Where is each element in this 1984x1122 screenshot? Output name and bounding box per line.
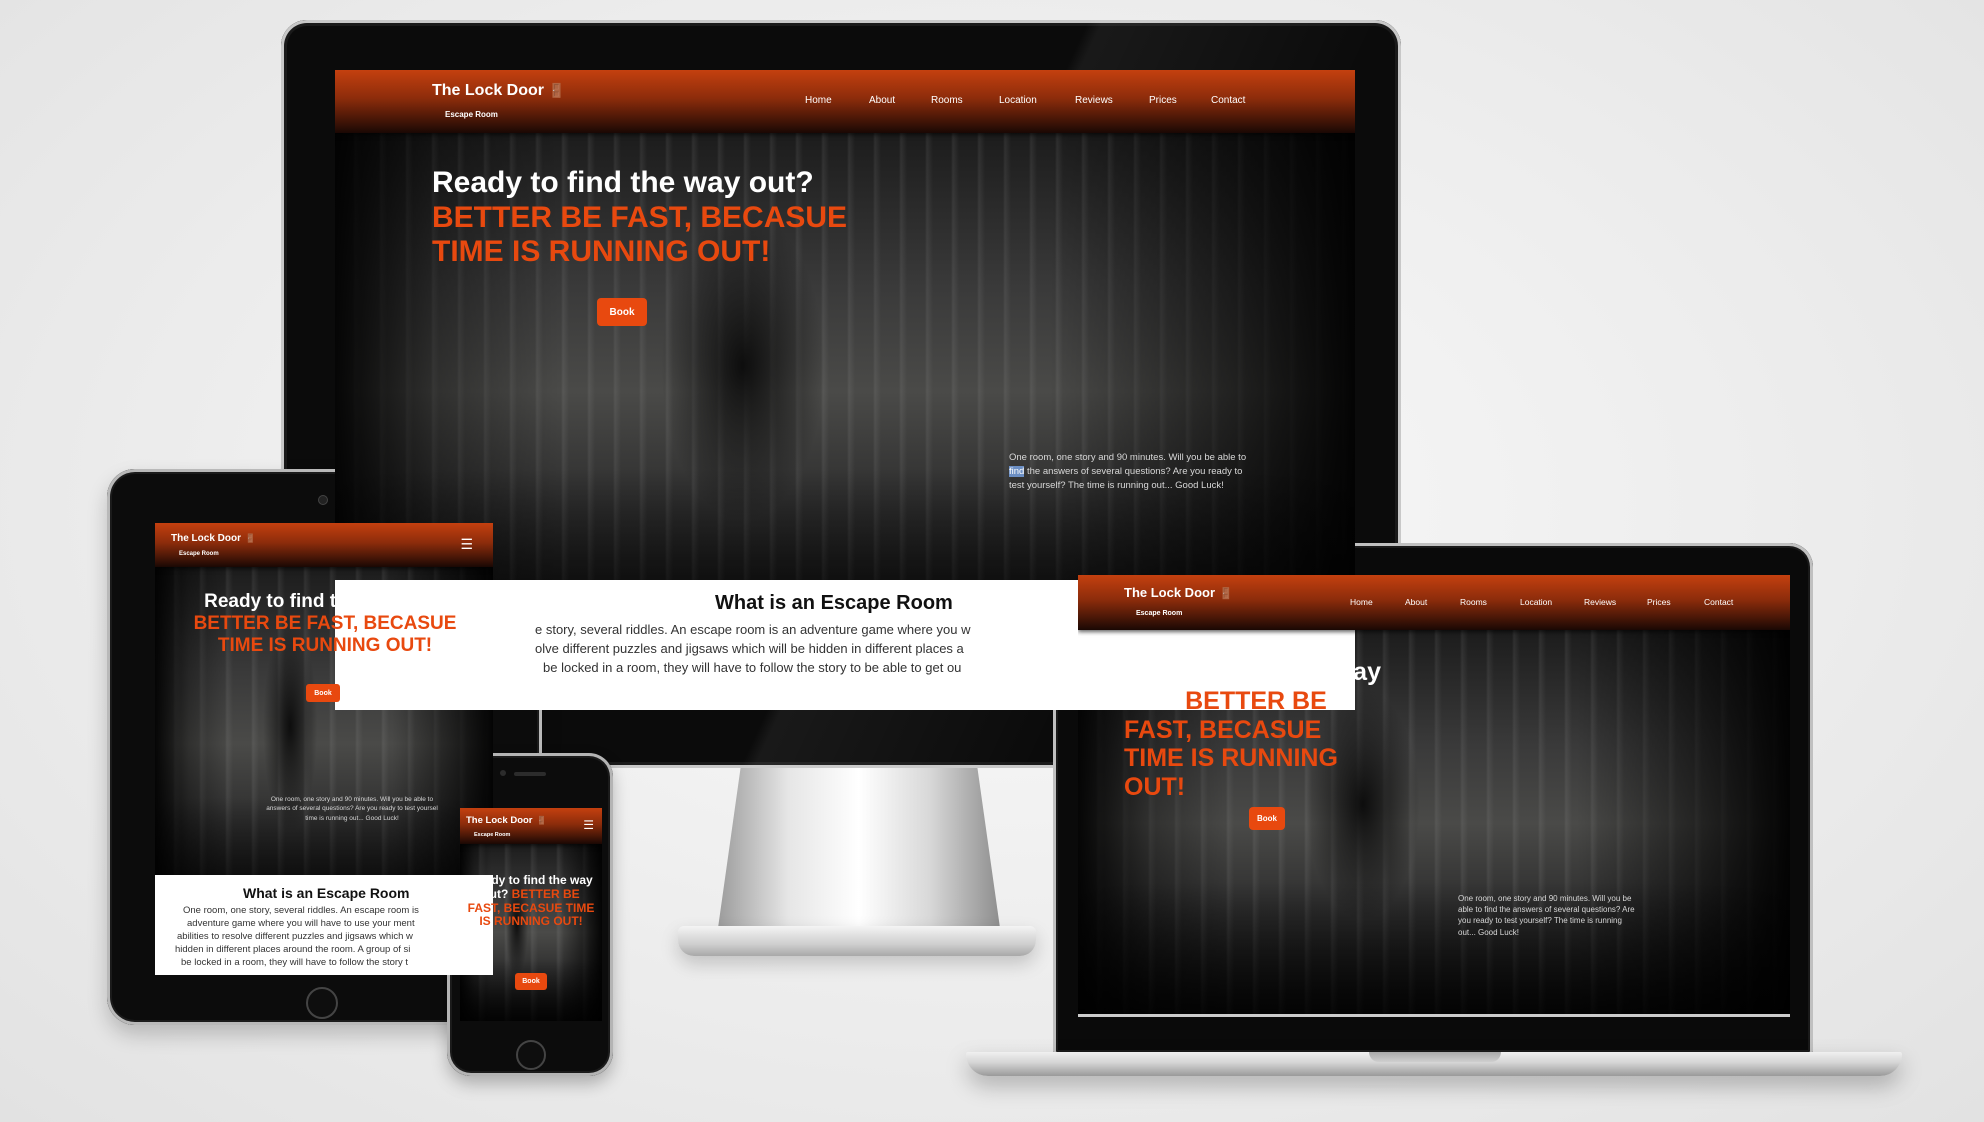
main-nav: Home About Rooms Location Reviews Prices… bbox=[1350, 597, 1733, 607]
brand-subtitle: Escape Room bbox=[445, 110, 498, 119]
nav-rooms[interactable]: Rooms bbox=[1460, 597, 1520, 607]
site-header: The Lock Door 🚪 Escape Room Home About Ro… bbox=[1078, 575, 1790, 630]
hero-title-white: Ready to find the way out? bbox=[204, 591, 446, 612]
brand-name: The Lock Door bbox=[432, 82, 545, 99]
hero-title-orange: BETTER BE FAST, BECASUE TIME IS RUNNING … bbox=[193, 612, 457, 656]
brand-subtitle: Escape Room bbox=[179, 551, 219, 557]
tablet-camera bbox=[318, 495, 328, 505]
book-button[interactable]: Book bbox=[597, 298, 647, 326]
nav-reviews[interactable]: Reviews bbox=[1075, 95, 1149, 106]
brand-name: The Lock Door bbox=[466, 815, 533, 826]
tablet-screen: The Lock Door 🚪 Escape Room ☰ Ready to fi… bbox=[155, 523, 493, 975]
nav-home[interactable]: Home bbox=[805, 95, 869, 106]
hero-description: One room, one story and 90 minutes. Will… bbox=[266, 796, 438, 822]
nav-prices[interactable]: Prices bbox=[1647, 597, 1704, 607]
door-icon: 🚪 bbox=[548, 83, 565, 98]
hero-title: Ready to find the way out? BETTER BE FAS… bbox=[432, 166, 872, 270]
about-section: What is an Escape Room One room, one sto… bbox=[155, 875, 493, 975]
site-header: The Lock Door 🚪 Escape Room ☰ bbox=[460, 808, 602, 844]
brand-logo[interactable]: The Lock Door 🚪 bbox=[1124, 585, 1233, 600]
hero-title: Ready to find the way out? BETTER BE FAS… bbox=[1124, 658, 1384, 802]
laptop-trackpad-notch bbox=[1369, 1052, 1501, 1062]
about-line-1: One room, one story, several riddles. An… bbox=[183, 905, 419, 916]
hero-title-orange: BETTER BE FAST, BECASUE TIME IS RUNNING … bbox=[432, 200, 848, 269]
monitor-stand-base bbox=[678, 926, 1036, 956]
about-line-3: be locked in a room, they will have to f… bbox=[543, 660, 962, 675]
nav-reviews[interactable]: Reviews bbox=[1584, 597, 1647, 607]
brand-logo[interactable]: The Lock Door 🚪 bbox=[466, 815, 547, 826]
book-button[interactable]: Book bbox=[515, 973, 547, 990]
phone-screen: The Lock Door 🚪 Escape Room ☰ Ready to fi… bbox=[460, 808, 602, 1021]
brand-name: The Lock Door bbox=[1124, 585, 1216, 600]
site-header: The Lock Door 🚪 Escape Room ☰ bbox=[155, 523, 493, 567]
about-title: What is an Escape Room bbox=[243, 885, 410, 901]
brand-subtitle: Escape Room bbox=[1136, 610, 1183, 617]
phone-camera bbox=[500, 770, 506, 776]
door-icon: 🚪 bbox=[536, 816, 547, 825]
brand-name: The Lock Door bbox=[171, 533, 242, 544]
nav-location[interactable]: Location bbox=[1520, 597, 1584, 607]
hamburger-icon[interactable]: ☰ bbox=[460, 537, 473, 551]
brand-logo[interactable]: The Lock Door 🚪 bbox=[171, 533, 256, 544]
door-icon: 🚪 bbox=[1219, 588, 1233, 600]
selected-text-highlight: find bbox=[1009, 465, 1025, 477]
hero-description: One room, one story and 90 minutes. Will… bbox=[1009, 452, 1247, 491]
monitor-stand-neck bbox=[718, 768, 1000, 928]
about-title: What is an Escape Room bbox=[715, 592, 953, 614]
about-line-1: e story, several riddles. An escape room… bbox=[535, 622, 971, 637]
nav-contact[interactable]: Contact bbox=[1211, 95, 1245, 106]
about-line-2: olve different puzzles and jigsaws which… bbox=[535, 641, 964, 656]
brand-logo[interactable]: The Lock Door 🚪 bbox=[432, 82, 565, 100]
about-line-2: adventure game where you will have to us… bbox=[187, 918, 415, 929]
nav-contact[interactable]: Contact bbox=[1704, 597, 1733, 607]
site-header: The Lock Door 🚪 Escape Room Home About Ro… bbox=[335, 70, 1355, 133]
hero-title: Ready to find the way out? BETTER BE FAS… bbox=[175, 591, 475, 657]
brand-subtitle: Escape Room bbox=[474, 832, 511, 838]
about-line-3: abilities to resolve different puzzles a… bbox=[177, 931, 413, 942]
about-line-4: hidden in different places around the ro… bbox=[175, 944, 411, 955]
tablet-home-button bbox=[306, 987, 338, 1019]
about-line-5: be locked in a room, they will have to f… bbox=[181, 957, 409, 968]
phone-speaker bbox=[514, 772, 546, 776]
hero-description: One room, one story and 90 minutes. Will… bbox=[1458, 894, 1635, 937]
laptop-screen-bottom-border bbox=[1078, 1014, 1790, 1017]
nav-location[interactable]: Location bbox=[999, 95, 1075, 106]
nav-about[interactable]: About bbox=[1405, 597, 1460, 607]
phone-home-button bbox=[516, 1040, 546, 1070]
main-nav: Home About Rooms Location Reviews Prices… bbox=[805, 95, 1245, 106]
nav-rooms[interactable]: Rooms bbox=[931, 95, 999, 106]
hamburger-icon[interactable]: ☰ bbox=[583, 819, 594, 831]
nav-about[interactable]: About bbox=[869, 95, 931, 106]
door-icon: 🚪 bbox=[245, 533, 256, 543]
book-button[interactable]: Book bbox=[1249, 807, 1285, 830]
nav-prices[interactable]: Prices bbox=[1149, 95, 1211, 106]
book-button[interactable]: Book bbox=[306, 684, 340, 702]
hero-title-white: Ready to find the way out? bbox=[432, 166, 814, 199]
nav-home[interactable]: Home bbox=[1350, 597, 1405, 607]
hero-title: Ready to find the way out? BETTER BE FAS… bbox=[466, 873, 596, 929]
